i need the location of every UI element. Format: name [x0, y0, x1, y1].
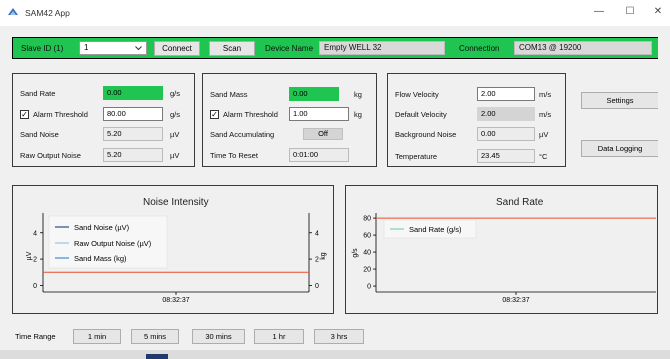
alarm-threshold-label: Alarm Threshold: [33, 110, 88, 119]
noise-x-tick-label: 08:32:37: [162, 297, 189, 304]
sand-mass-group: Sand Mass 0.00 kg ✓ Alarm Threshold 1.00…: [202, 73, 377, 167]
legend-label-sand-noise: Sand Noise (µV): [74, 223, 130, 232]
rate-tick-label-3: 60: [363, 233, 371, 240]
vertical-scrollbar[interactable]: [658, 26, 670, 350]
flow-velocity-label: Flow Velocity: [395, 90, 439, 99]
default-velocity-unit: m/s: [539, 110, 552, 119]
alarm-threshold-checkbox[interactable]: ✓: [20, 110, 29, 119]
raw-output-noise-value: 5.20: [103, 148, 163, 162]
sand-mass-value: 0.00: [289, 87, 339, 101]
sand-mass-unit: kg: [354, 90, 362, 99]
settings-button[interactable]: Settings: [581, 92, 659, 109]
mass-alarm-threshold-checkbox[interactable]: ✓: [210, 110, 219, 119]
noise-chart-plot: 0 2 4 0 2 4 µV kg 08:32:37 Sand Noise (µV) Ra…: [26, 213, 327, 304]
legend-label-sand-mass: Sand Mass (kg): [74, 254, 127, 263]
noise-ylabel-left: µV: [26, 251, 33, 260]
flow-velocity-input[interactable]: 2.00: [477, 87, 535, 101]
sand-accumulating-label: Sand Accumulating: [210, 130, 275, 139]
connection-field: COM13 @ 19200: [514, 41, 652, 55]
raw-output-noise-unit: µV: [170, 151, 180, 160]
title-bar: SAM42 App — ☐ ✕: [0, 0, 670, 26]
temperature-value: 23.45: [477, 149, 535, 163]
data-logging-button[interactable]: Data Logging: [581, 140, 659, 157]
taskbar-indicator: [146, 354, 168, 359]
connection-label: Connection: [459, 44, 500, 53]
sand-mass-label: Sand Mass: [210, 90, 248, 99]
noise-right-tick-label-1: 2: [315, 257, 319, 264]
window-title: SAM42 App: [25, 8, 70, 18]
rate-tick-label-2: 40: [363, 250, 371, 257]
temperature-unit: °C: [539, 152, 548, 161]
rate-tick-label-1: 20: [363, 267, 371, 274]
background-noise-value: 0.00: [477, 127, 535, 141]
bottom-strip: [0, 350, 670, 359]
device-name-label: Device Name: [265, 44, 314, 53]
legend-label-sand-rate: Sand Rate (g/s): [409, 225, 462, 234]
minimize-button[interactable]: —: [589, 4, 609, 20]
sand-rate-label: Sand Rate: [20, 89, 56, 98]
sand-noise-unit: µV: [170, 130, 180, 139]
device-name-field[interactable]: Empty WELL 32: [319, 41, 445, 55]
scan-button[interactable]: Scan: [209, 41, 255, 56]
main-area: Slave ID (1) 1 Connect Scan Device Name …: [0, 26, 670, 359]
flow-velocity-group: Flow Velocity 2.00 m/s Default Velocity …: [387, 73, 566, 167]
chevron-down-icon: [135, 46, 142, 51]
slave-id-select[interactable]: 1: [79, 41, 147, 55]
noise-left-tick-label-0: 0: [33, 283, 37, 290]
time-range-label: Time Range: [15, 332, 56, 341]
range-5-mins-button[interactable]: 5 mins: [131, 329, 179, 344]
rate-ylabel: g/s: [352, 248, 359, 258]
flow-velocity-unit: m/s: [539, 90, 552, 99]
noise-right-tick-label-0: 0: [315, 283, 319, 290]
mass-alarm-threshold-unit: kg: [354, 110, 362, 119]
background-noise-label: Background Noise: [395, 130, 457, 139]
app-logo-icon: [8, 8, 18, 15]
default-velocity-value: 2.00: [477, 107, 535, 121]
rate-tick-label-0: 0: [367, 284, 371, 291]
rate-x-tick-label: 08:32:37: [502, 297, 529, 304]
maximize-button[interactable]: ☐: [620, 4, 640, 20]
rate-tick-label-4: 80: [363, 216, 371, 223]
slave-id-value: 1: [84, 43, 89, 52]
noise-right-tick-label-2: 4: [315, 230, 319, 237]
slave-id-label: Slave ID (1): [21, 44, 64, 53]
sand-noise-label: Sand Noise: [20, 130, 59, 139]
noise-intensity-chart: Noise Intensity 024024 µV kg 08:32:37 Sa…: [12, 185, 334, 314]
mass-alarm-threshold-input[interactable]: 1.00: [289, 107, 349, 121]
background-noise-unit: µV: [539, 130, 549, 139]
sand-rate-chart: Sand Rate 0 20 40 60 80 g/s 08:32:37 Sand Ra…: [345, 185, 658, 314]
range-1-hr-button[interactable]: 1 hr: [254, 329, 304, 344]
noise-left-tick-label-1: 2: [33, 257, 37, 264]
close-button[interactable]: ✕: [648, 4, 668, 20]
sand-rate-group: Sand Rate 0.00 g/s ✓ Alarm Threshold 80.…: [12, 73, 195, 167]
range-1-min-button[interactable]: 1 min: [73, 329, 121, 344]
noise-ylabel-right: kg: [320, 252, 327, 260]
sand-accumulating-toggle[interactable]: Off: [303, 128, 343, 140]
sand-rate-chart-plot: 0 20 40 60 80 g/s 08:32:37 Sand Rate (g/s): [352, 213, 656, 304]
temperature-label: Temperature: [395, 152, 438, 161]
sand-rate-unit: g/s: [170, 89, 181, 98]
sand-rate-value: 0.00: [103, 86, 163, 100]
noise-left-tick-label-2: 4: [33, 230, 37, 237]
sand-noise-value: 5.20: [103, 127, 163, 141]
connection-bar: Slave ID (1) 1 Connect Scan Device Name …: [12, 37, 659, 59]
rate-alarm-threshold-input[interactable]: 80.00: [103, 107, 163, 121]
legend-label-raw-output: Raw Output Noise (µV): [74, 239, 152, 248]
time-to-reset-value[interactable]: 0:01:00: [289, 148, 349, 162]
rate-alarm-threshold-unit: g/s: [170, 110, 181, 119]
mass-alarm-threshold-label: Alarm Threshold: [223, 110, 278, 119]
range-30-mins-button[interactable]: 30 mins: [192, 329, 245, 344]
range-3-hrs-button[interactable]: 3 hrs: [314, 329, 364, 344]
default-velocity-label: Default Velocity: [395, 110, 447, 119]
time-to-reset-label: Time To Reset: [210, 151, 258, 160]
connect-button[interactable]: Connect: [154, 41, 200, 56]
raw-output-noise-label: Raw Output Noise: [20, 151, 81, 160]
